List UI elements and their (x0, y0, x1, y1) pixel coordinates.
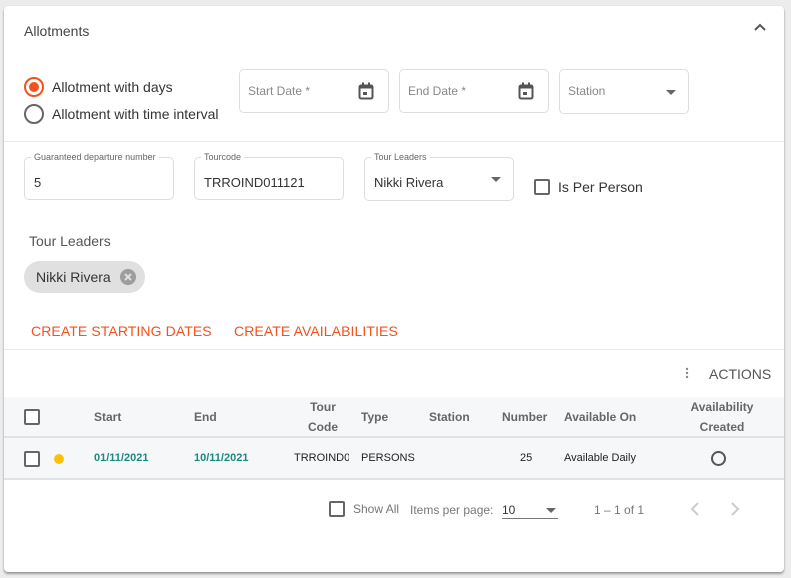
items-per-page-label: Items per page: (410, 503, 494, 517)
radio-allotment-with-days[interactable]: Allotment with days (24, 77, 173, 97)
field-label: Tourcode (201, 152, 245, 162)
select-all-checkbox[interactable] (24, 409, 40, 425)
dropdown-arrow-icon (546, 508, 556, 513)
column-header-tour-code[interactable]: Tour Code (304, 397, 342, 437)
next-page-icon[interactable] (730, 502, 740, 516)
create-starting-dates-button[interactable]: CREATE STARTING DATES (31, 323, 212, 339)
section-divider (4, 349, 784, 350)
field-label: Guaranteed departure number (31, 152, 159, 162)
previous-page-icon[interactable] (690, 502, 700, 516)
cell-number: 25 (520, 452, 533, 464)
tour-leader-chip: Nikki Rivera (24, 261, 145, 293)
table-header: Start End Tour Code Type Station Number … (4, 397, 784, 438)
tour-leaders-select[interactable]: Tour Leaders Nikki Rivera (364, 152, 514, 201)
radio-label: Allotment with time interval (52, 106, 219, 122)
column-header-start[interactable]: Start (94, 407, 121, 427)
column-header-available-on[interactable]: Available On (564, 407, 636, 427)
radio-label: Allotment with days (52, 79, 173, 95)
show-all-label: Show All (353, 502, 400, 516)
start-date-input[interactable]: Start Date * (239, 69, 389, 113)
radio-allotment-with-time-interval[interactable]: Allotment with time interval (24, 104, 219, 124)
field-value: 5 (34, 175, 42, 190)
station-select[interactable]: Station (559, 69, 689, 114)
actions-menu-button[interactable]: ACTIONS (709, 366, 771, 382)
header-line: Tour (310, 400, 336, 414)
cell-available-on: Available Daily (564, 452, 636, 464)
is-per-person-checkbox[interactable]: Is Per Person (534, 179, 643, 195)
radio-selected-icon (24, 77, 44, 97)
remove-chip-icon[interactable] (120, 269, 136, 285)
station-placeholder: Station (568, 84, 606, 98)
cell-start: 01/11/2021 (94, 452, 149, 464)
field-label: Tour Leaders (371, 152, 430, 162)
header-line: Code (308, 420, 338, 434)
pagination-range: 1 – 1 of 1 (594, 503, 645, 517)
calendar-icon[interactable] (518, 82, 534, 100)
cell-tour-code: TRROIND0 (294, 452, 349, 464)
show-all-checkbox[interactable]: Show All (329, 501, 399, 517)
table-row[interactable]: 01/11/2021 10/11/2021 TRROIND0 PERSONS 2… (4, 438, 784, 480)
field-value: TRROIND011121 (204, 175, 305, 190)
checkbox-label: Is Per Person (558, 179, 643, 195)
column-header-type[interactable]: Type (361, 407, 388, 427)
create-availabilities-button[interactable]: CREATE AVAILABILITIES (234, 323, 398, 339)
availability-created-radio-icon[interactable] (711, 451, 726, 466)
cell-end: 10/11/2021 (194, 452, 249, 464)
cell-type: PERSONS (361, 452, 415, 464)
tourcode-input[interactable]: Tourcode TRROIND011121 (194, 152, 344, 200)
end-date-input[interactable]: End Date * (399, 69, 549, 113)
section-divider (4, 141, 784, 142)
radio-unselected-icon (24, 104, 44, 124)
more-vert-icon[interactable] (685, 367, 689, 379)
items-per-page-select[interactable]: 10 (502, 499, 558, 519)
chip-label: Nikki Rivera (36, 269, 111, 285)
dropdown-arrow-icon (666, 90, 676, 95)
calendar-icon[interactable] (358, 82, 374, 100)
column-header-availability-created[interactable]: Availability Created (686, 397, 758, 437)
column-header-end[interactable]: End (194, 407, 217, 427)
guaranteed-departure-number-input[interactable]: Guaranteed departure number 5 (24, 152, 174, 200)
header-line: Availability (690, 400, 754, 414)
items-per-page-value: 10 (502, 503, 516, 517)
column-header-number[interactable]: Number (502, 407, 547, 427)
end-date-placeholder: End Date * (408, 84, 467, 98)
start-date-placeholder: Start Date * (248, 84, 311, 98)
allotments-panel: Allotments Allotment with days Allotment… (4, 6, 784, 572)
header-line: Created (699, 420, 745, 434)
checkbox-icon[interactable] (534, 179, 550, 195)
status-dot (54, 454, 64, 464)
checkbox-icon[interactable] (329, 501, 345, 517)
field-value: Nikki Rivera (374, 175, 444, 190)
dropdown-arrow-icon (491, 177, 501, 182)
panel-title: Allotments (24, 23, 90, 39)
column-header-station[interactable]: Station (429, 407, 470, 427)
chevron-up-icon[interactable] (752, 20, 768, 34)
row-select-checkbox[interactable] (24, 451, 40, 467)
tour-leaders-heading: Tour Leaders (29, 233, 111, 249)
